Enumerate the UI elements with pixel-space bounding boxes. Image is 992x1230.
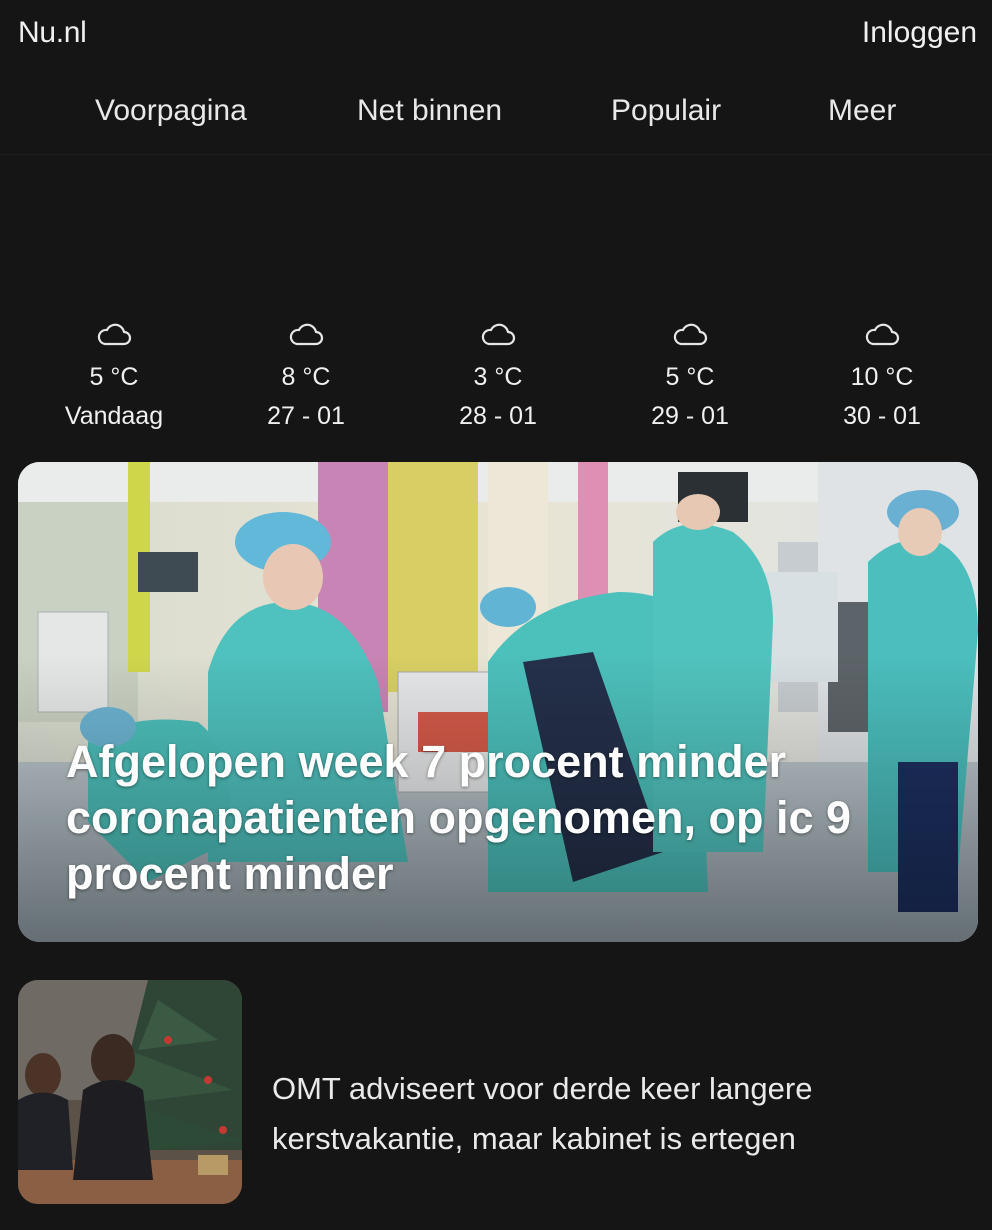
- weather-date: 30 - 01: [843, 402, 921, 430]
- cloud-icon: [97, 323, 132, 346]
- weather-date: 27 - 01: [267, 402, 345, 430]
- hero-article[interactable]: Afgelopen week 7 procent minder coronapa…: [18, 462, 978, 942]
- login-link[interactable]: Inloggen: [862, 16, 977, 50]
- tab-net-binnen[interactable]: Net binnen: [357, 94, 502, 128]
- weather-date: Vandaag: [64, 402, 164, 430]
- weather-day: 8 °C 27 - 01: [210, 315, 402, 431]
- weather-forecast: 5 °C Vandaag 8 °C 27 - 01 3 °C 28 - 01 5…: [18, 315, 978, 440]
- weather-temperature: 5 °C: [665, 363, 715, 391]
- weather-day: 5 °C 29 - 01: [594, 315, 786, 431]
- weather-day: 10 °C 30 - 01: [786, 315, 978, 431]
- hero-headline: Afgelopen week 7 procent minder coronapa…: [66, 736, 852, 899]
- cloud-icon: [481, 323, 516, 346]
- article-item[interactable]: OMT adviseert voor derde keer langere ke…: [18, 980, 978, 1204]
- weather-day: 3 °C 28 - 01: [402, 315, 594, 431]
- weather-temperature: 10 °C: [850, 363, 914, 391]
- weather-date: 28 - 01: [459, 402, 537, 430]
- cloud-icon: [289, 323, 324, 346]
- tab-meer[interactable]: Meer: [828, 94, 896, 128]
- article-image: [18, 980, 242, 1204]
- tab-voorpagina[interactable]: Voorpagina: [95, 94, 247, 128]
- article-title: OMT adviseert voor derde keer langere ke…: [272, 1071, 813, 1156]
- cloud-icon: [673, 323, 708, 346]
- site-logo[interactable]: Nu.nl: [18, 16, 87, 50]
- weather-temperature: 5 °C: [89, 363, 139, 391]
- top-bar: Nu.nl Inloggen: [0, 0, 992, 70]
- main-navigation: Voorpagina Net binnen Populair Meer: [0, 70, 992, 155]
- article-thumbnail: [18, 980, 242, 1204]
- cloud-icon: [865, 323, 900, 346]
- weather-temperature: 3 °C: [473, 363, 523, 391]
- tab-populair[interactable]: Populair: [611, 94, 721, 128]
- weather-date: 29 - 01: [651, 402, 729, 430]
- weather-temperature: 8 °C: [281, 363, 331, 391]
- weather-day: 5 °C Vandaag: [18, 315, 210, 431]
